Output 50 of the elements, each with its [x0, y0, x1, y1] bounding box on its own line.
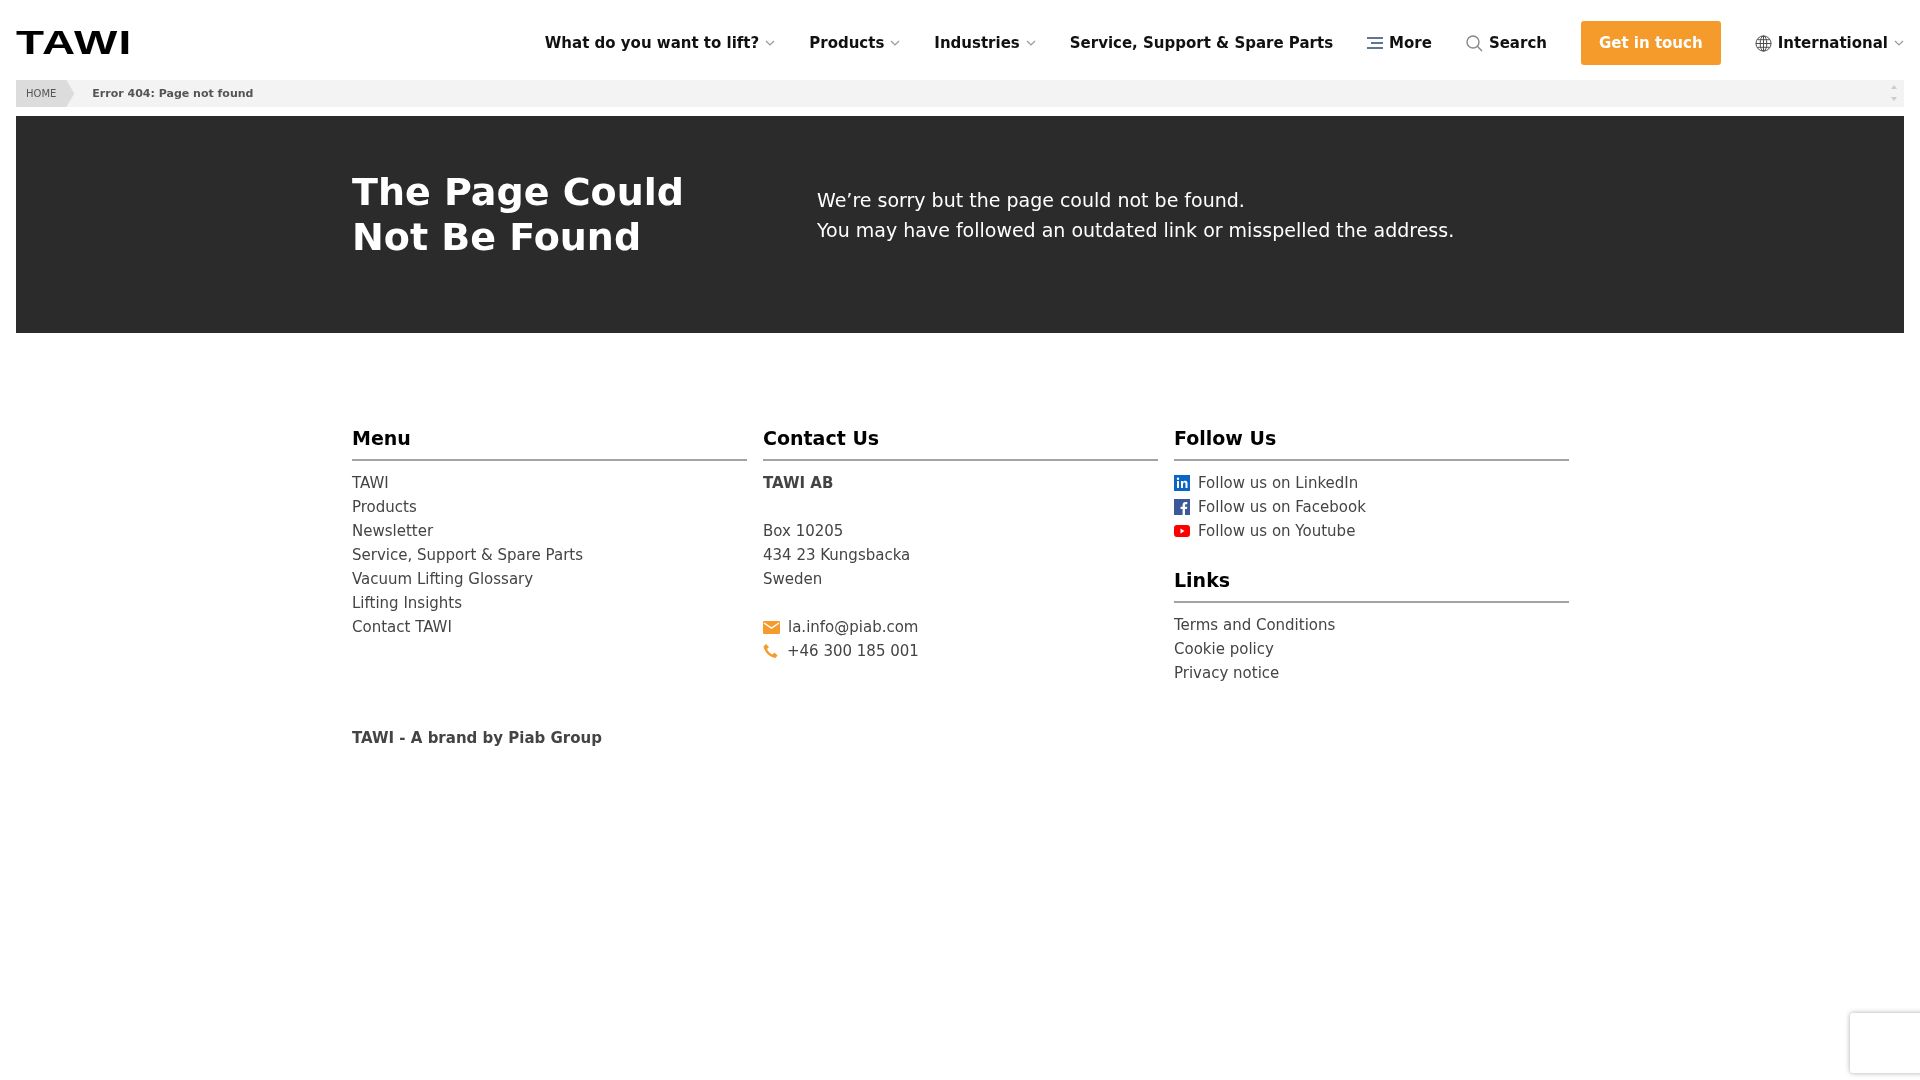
chevron-down-icon [1894, 40, 1904, 46]
address-line: Sweden [763, 569, 823, 590]
column-heading: Menu [352, 427, 747, 461]
social-link[interactable]: Follow us on LinkedIn [1174, 471, 1359, 495]
nav-link[interactable]: Products [809, 34, 901, 52]
chevron-down-icon [1025, 40, 1036, 46]
brand-tagline: TAWI - A brand by Piab Group [352, 729, 603, 747]
logo[interactable]: TAWI [16, 22, 133, 62]
breadcrumb-link[interactable]: Error 404: Page not found [74, 80, 254, 107]
facebook-icon [1174, 499, 1190, 515]
globe-icon [1754, 34, 1772, 52]
captcha-badge [1850, 1013, 1920, 1073]
phone-icon [763, 643, 779, 659]
email-link[interactable]: la.info@piab.com [763, 615, 919, 639]
footer-link[interactable]: Terms and Conditions [1174, 613, 1336, 637]
phone-link[interactable]: +46 300 185 001 [763, 639, 919, 663]
footer-link[interactable]: Contact TAWI [352, 615, 452, 639]
nav-link[interactable]: Industries [934, 34, 1036, 52]
page-title: The Page Could Not Be Found [352, 169, 685, 260]
error-message: We’re sorry but the page could not be found. You may have followed an outdated link or misspelled the address. [817, 187, 1455, 243]
footer-link[interactable]: Cookie policy [1174, 637, 1274, 661]
footer-link[interactable]: Products [352, 495, 417, 519]
chevron-down-icon [765, 40, 776, 46]
company-name: TAWI AB [763, 473, 834, 494]
nav-link[interactable]: Service, Support & Spare Parts [1069, 34, 1334, 52]
address-line: 434 23 Kungsbacka [763, 545, 911, 566]
footer-link[interactable]: Service, Support & Spare Parts [352, 543, 583, 567]
envelope-icon [763, 620, 780, 634]
chevron-down-icon [890, 40, 901, 46]
footer-link[interactable]: Privacy notice [1174, 661, 1280, 685]
nav-link[interactable]: What do you want to lift? [544, 34, 776, 52]
address-line: Box 10205 [763, 521, 844, 542]
nav-link[interactable]: Search [1465, 34, 1547, 52]
linkedin-icon [1174, 475, 1190, 491]
footer-link[interactable]: Vacuum Lifting Glossary [352, 567, 534, 591]
search-icon [1465, 34, 1483, 52]
nav-link[interactable]: More [1367, 34, 1432, 52]
social-link[interactable]: Follow us on Youtube [1174, 519, 1356, 543]
nav-link[interactable]: International [1754, 34, 1904, 52]
menu-icon [1367, 37, 1384, 49]
social-link[interactable]: Follow us on Facebook [1174, 495, 1366, 519]
youtube-icon [1174, 525, 1190, 537]
footer-link[interactable]: TAWI [352, 471, 389, 495]
column-heading: Links [1174, 569, 1569, 603]
scroll-arrows-icon [1890, 83, 1898, 103]
breadcrumb-link[interactable]: HOME [16, 80, 75, 107]
column-heading: Contact Us [763, 427, 1158, 461]
footer-link[interactable]: Newsletter [352, 519, 434, 543]
column-heading: Follow Us [1174, 427, 1569, 461]
footer-link[interactable]: Lifting Insights [352, 591, 463, 615]
